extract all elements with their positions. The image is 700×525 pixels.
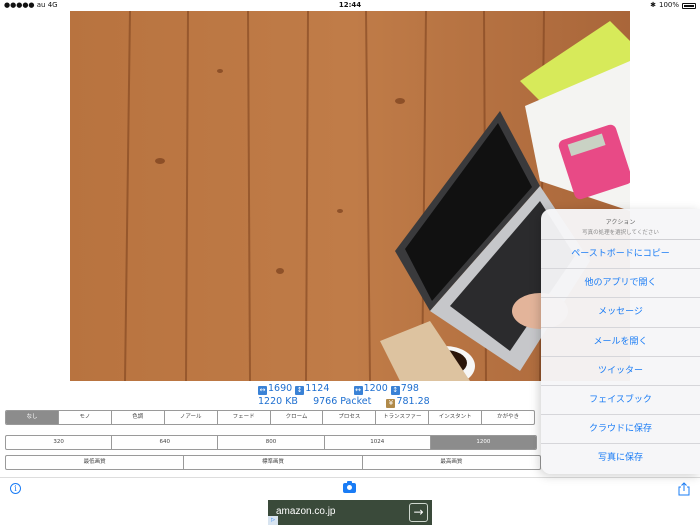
packet-count: 9766 Packet (313, 396, 372, 407)
ad-label: amazon.co.jp (276, 506, 336, 517)
filter-option[interactable]: かがやき (482, 411, 534, 424)
original-height: 1124 (305, 383, 330, 394)
size-option[interactable]: 640 (112, 436, 219, 449)
bluetooth-icon: ✱ (650, 1, 656, 9)
filter-option[interactable]: ノアール (165, 411, 218, 424)
clock: 12:44 (338, 1, 362, 9)
size-option[interactable]: 1024 (325, 436, 431, 449)
battery-icon (682, 2, 696, 9)
action-sheet-subtitle: 写真の処理を選択してください (582, 230, 659, 236)
filter-option[interactable]: モノ (59, 411, 112, 424)
size-selector: 320 640 800 1024 1200 (5, 435, 537, 450)
size-option[interactable]: 1200 (430, 436, 536, 449)
action-sheet-title: アクション (605, 219, 636, 226)
bottom-toolbar: i (0, 477, 700, 499)
filter-option[interactable]: プロセス (323, 411, 377, 424)
action-save-photos[interactable]: 写真に保存 (541, 444, 700, 473)
quality-option[interactable]: 標準画質 (184, 456, 363, 469)
original-width: 1690 (268, 383, 293, 394)
dimension-row: ↔ 1690 ↕ 1124 ↔ 1200 ↕ 798 (258, 383, 419, 395)
share-icon[interactable] (678, 482, 690, 496)
file-size: 1220 KB (258, 396, 298, 407)
action-copy-pasteboard[interactable]: ペーストボードにコピー (541, 240, 700, 270)
info-icon[interactable]: i (10, 483, 21, 494)
ad-arrow-button[interactable]: → (409, 503, 428, 522)
ad-banner[interactable]: amazon.co.jp → ▷ (268, 500, 432, 525)
size-option[interactable]: 800 (218, 436, 325, 449)
action-open-mail[interactable]: メールを開く (541, 328, 700, 357)
quality-option[interactable]: 最低画質 (6, 456, 185, 469)
ad-choices-icon[interactable]: ▷ (268, 516, 278, 525)
filter-option[interactable]: 色調 (112, 411, 165, 424)
filter-option[interactable]: なし (6, 411, 59, 424)
battery-label: 100% (658, 1, 679, 9)
action-sheet-header: アクション 写真の処理を選択してください (541, 209, 700, 240)
status-right: ✱ 100% (650, 0, 696, 11)
size-row: 1220 KB 9766 Packet ¥781.28 (258, 396, 430, 408)
filter-option[interactable]: クローム (271, 411, 324, 424)
camera-icon[interactable] (343, 481, 356, 493)
status-bar: ●●●●● au 4G 12:44 ✱ 100% (0, 0, 700, 11)
filter-option[interactable]: フェード (218, 411, 271, 424)
action-open-in-other-app[interactable]: 他のアプリで開く (541, 269, 700, 299)
filter-option[interactable]: トランスファー (376, 411, 430, 424)
width-icon: ↔ (353, 386, 363, 395)
quality-selector: 最低画質 標準画質 最高画質 (5, 455, 541, 470)
size-option[interactable]: 320 (6, 436, 113, 449)
cost-icon: ¥ (386, 399, 396, 408)
packet-cost: 781.28 (396, 396, 430, 407)
height-icon: ↕ (295, 386, 305, 395)
new-height: 798 (400, 383, 419, 394)
width-icon: ↔ (258, 386, 267, 395)
action-sheet: アクション 写真の処理を選択してください ペーストボードにコピー 他のアプリで開… (541, 209, 700, 474)
new-width: 1200 (363, 383, 388, 394)
action-save-cloud[interactable]: クラウドに保存 (541, 415, 700, 445)
action-twitter[interactable]: ツイッター (541, 357, 700, 386)
quality-option[interactable]: 最高画質 (363, 456, 540, 469)
action-facebook[interactable]: フェイスブック (541, 386, 700, 416)
filter-option[interactable]: インスタント (429, 411, 483, 424)
action-message[interactable]: メッセージ (541, 298, 700, 328)
height-icon: ↕ (390, 386, 400, 395)
filter-selector: なし モノ 色調 ノアール フェード クローム プロセス トランスファー インス… (5, 410, 535, 425)
